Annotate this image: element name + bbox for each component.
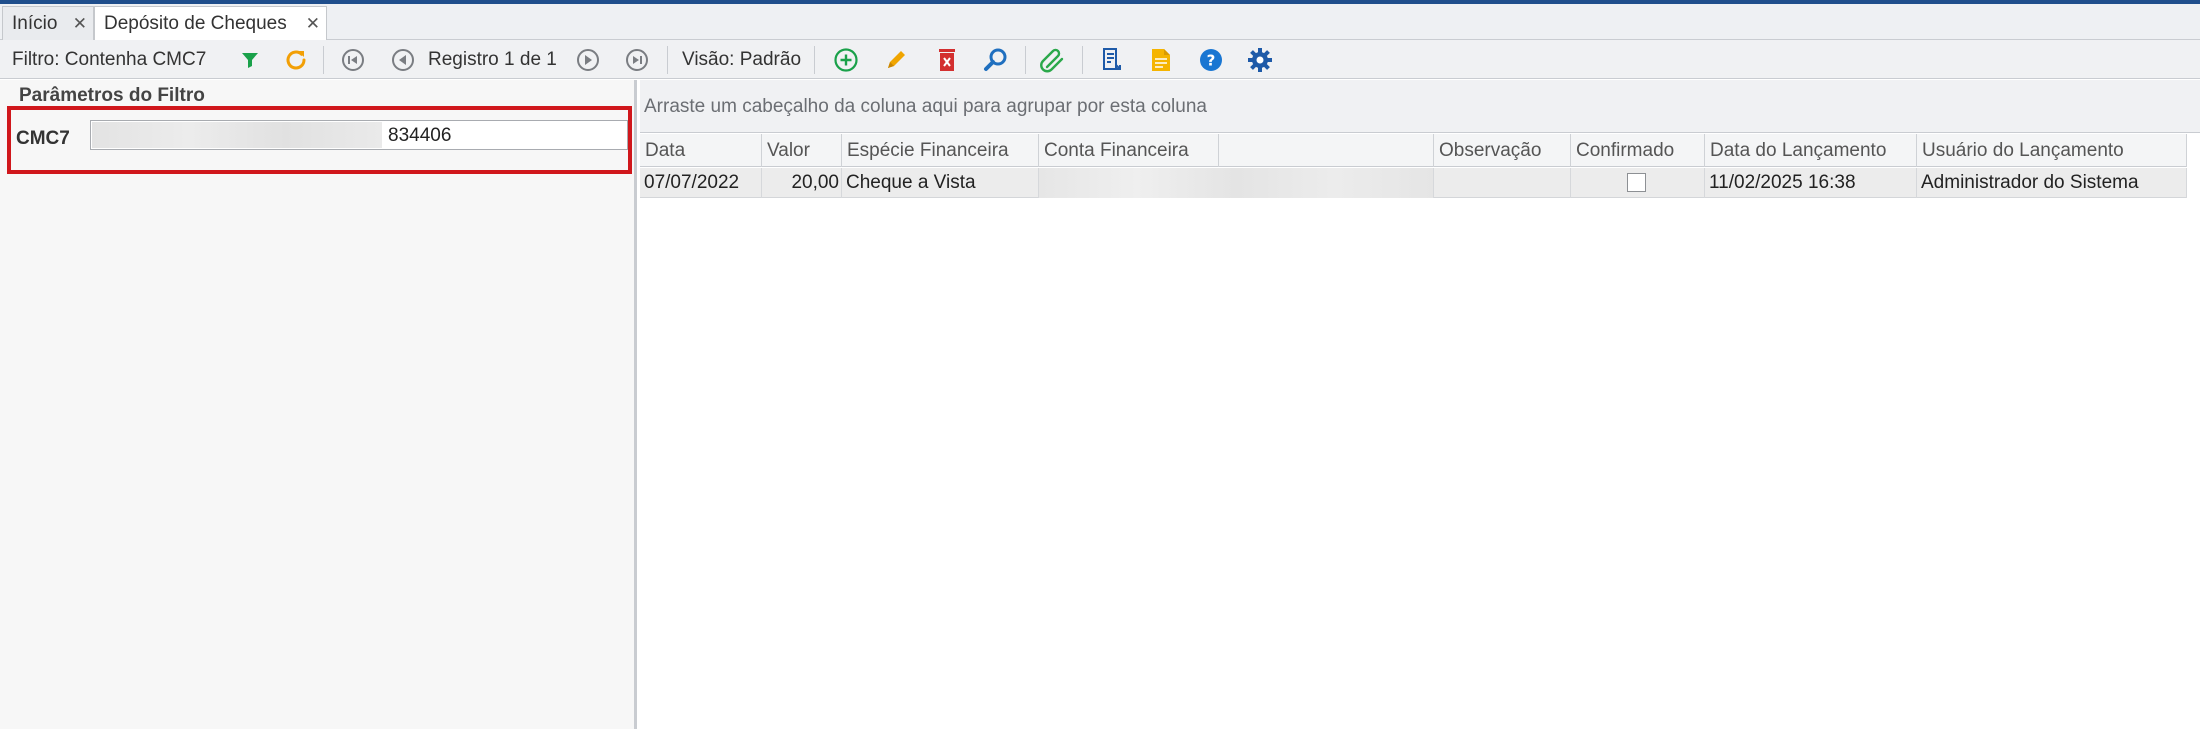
filter-status-text: Filtro: Contenha CMC7 — [12, 49, 207, 70]
cmc7-highlight-box: CMC7 834406 — [7, 106, 632, 174]
cell-data-lancamento: 11/02/2025 16:38 — [1705, 168, 1917, 198]
cell-usuario-lancamento: Administrador do Sistema — [1917, 168, 2187, 198]
cell-confirmado — [1571, 168, 1705, 198]
report-icon[interactable] — [1098, 46, 1126, 74]
toolbar: Filtro: Contenha CMC7 Registro 1 de 1 Vi… — [0, 40, 2200, 79]
edit-icon[interactable] — [882, 46, 910, 74]
previous-record-icon[interactable] — [389, 46, 417, 74]
filter-panel-title: Parâmetros do Filtro — [19, 85, 205, 106]
cell-valor: 20,00 — [762, 168, 842, 198]
next-record-icon[interactable] — [574, 46, 602, 74]
cmc7-value: 834406 — [388, 125, 452, 146]
confirmado-checkbox[interactable] — [1627, 173, 1646, 192]
toolbar-separator — [323, 46, 324, 74]
last-record-icon[interactable] — [623, 46, 651, 74]
cell-data: 07/07/2022 — [640, 168, 762, 198]
help-icon[interactable]: ? — [1197, 46, 1225, 74]
cmc7-label: CMC7 — [16, 128, 70, 149]
column-header-valor[interactable]: Valor — [762, 134, 842, 167]
group-by-area[interactable]: Arraste um cabeçalho da coluna aqui para… — [640, 80, 2200, 133]
cell-especie-financeira: Cheque a Vista — [842, 168, 1039, 198]
close-icon[interactable]: ✕ — [73, 14, 87, 34]
search-icon[interactable] — [982, 46, 1010, 74]
cmc7-input[interactable]: 834406 — [90, 120, 628, 150]
document-icon[interactable] — [1147, 46, 1175, 74]
column-header-data-lancamento[interactable]: Data do Lançamento — [1705, 134, 1917, 167]
add-icon[interactable] — [832, 46, 860, 74]
grid-panel: Arraste um cabeçalho da coluna aqui para… — [640, 80, 2200, 729]
cmc7-redacted-prefix — [92, 122, 382, 148]
column-header-confirmado[interactable]: Confirmado — [1571, 134, 1705, 167]
toolbar-separator — [1025, 46, 1026, 74]
column-header-usuario-lancamento[interactable]: Usuário do Lançamento — [1917, 134, 2187, 167]
settings-icon[interactable] — [1246, 46, 1274, 74]
column-header-data[interactable]: Data — [640, 134, 762, 167]
view-label[interactable]: Visão: Padrão — [682, 49, 801, 71]
cell-conta-financeira-redacted — [1039, 168, 1434, 198]
toolbar-separator — [814, 46, 815, 74]
record-counter: Registro 1 de 1 — [428, 49, 557, 70]
table-row[interactable]: 07/07/2022 20,00 Cheque a Vista 11/02/20… — [640, 168, 2187, 198]
tab-inicio[interactable]: Início ✕ — [2, 6, 94, 40]
filter-icon[interactable] — [236, 46, 264, 74]
tab-inicio-label: Início — [12, 12, 58, 34]
first-record-icon[interactable] — [339, 46, 367, 74]
column-header-conta-financeira[interactable]: Conta Financeira — [1039, 134, 1219, 167]
tab-deposito-label: Depósito de Cheques — [104, 13, 287, 34]
grid-header: Data Valor Espécie Financeira Conta Fina… — [640, 134, 2187, 167]
close-icon[interactable]: ✕ — [306, 14, 320, 34]
column-header-observacao[interactable]: Observação — [1434, 134, 1571, 167]
tab-deposito-de-cheques[interactable]: Depósito de Cheques ✕ — [94, 6, 327, 41]
toolbar-separator — [667, 46, 668, 74]
delete-icon[interactable] — [933, 46, 961, 74]
column-header-blank[interactable] — [1219, 134, 1434, 167]
column-header-especie-financeira[interactable]: Espécie Financeira — [842, 134, 1039, 167]
attach-icon[interactable] — [1039, 46, 1067, 74]
filter-panel: Parâmetros do Filtro CMC7 834406 — [0, 80, 637, 729]
svg-text:?: ? — [1207, 52, 1216, 70]
tab-bar: Início ✕ Depósito de Cheques ✕ — [0, 4, 2200, 41]
refresh-icon[interactable] — [282, 46, 310, 74]
toolbar-separator — [1082, 46, 1083, 74]
group-by-hint: Arraste um cabeçalho da coluna aqui para… — [644, 96, 1207, 117]
cell-observacao — [1434, 168, 1571, 198]
